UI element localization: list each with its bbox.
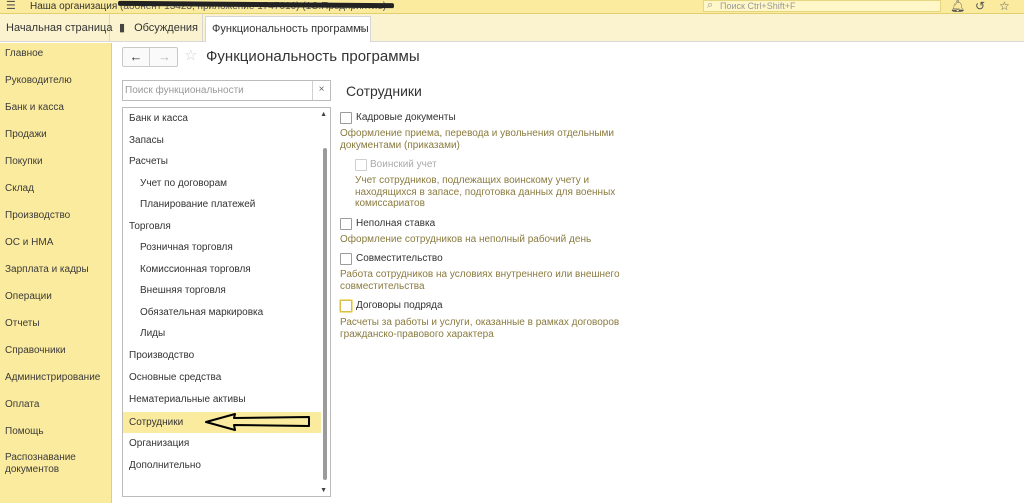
chat-icon: ▮ bbox=[119, 22, 126, 34]
option-desc-hr-documents: Оформление приема, перевода и увольнения… bbox=[340, 128, 614, 151]
sidebar-item-payroll[interactable]: Зарплата и кадры bbox=[5, 264, 89, 276]
sidebar-item-payment[interactable]: Оплата bbox=[5, 399, 39, 411]
tree-item[interactable]: Дополнительно bbox=[123, 455, 321, 476]
checkbox-combination[interactable] bbox=[340, 253, 352, 265]
checkbox-part-time[interactable] bbox=[340, 218, 352, 230]
sidebar-item-recognition[interactable]: Распознавание bbox=[5, 452, 76, 464]
sidebar-item-manager[interactable]: Руководителю bbox=[5, 75, 72, 87]
sidebar-item-reports[interactable]: Отчеты bbox=[5, 318, 40, 330]
sidebar-item-bank[interactable]: Банк и касса bbox=[5, 102, 64, 114]
hamburger-icon[interactable]: ☰ bbox=[6, 0, 18, 14]
tree-item[interactable]: Организация bbox=[123, 433, 321, 454]
scrollbar-thumb[interactable] bbox=[323, 148, 327, 480]
sidebar: Главное Руководителю Банк и касса Продаж… bbox=[0, 43, 112, 503]
checkbox-military-registration[interactable] bbox=[355, 159, 367, 171]
history-icon[interactable]: ↺ bbox=[975, 0, 985, 13]
option-desc-part-time: Оформление сотрудников на неполный рабоч… bbox=[340, 234, 592, 245]
search-icon: ⌕ bbox=[707, 0, 714, 11]
sidebar-item-sales[interactable]: Продажи bbox=[5, 129, 47, 141]
tree-item[interactable]: Комиссионная торговля bbox=[123, 259, 321, 280]
tree-item[interactable]: Планирование платежей bbox=[123, 194, 321, 215]
global-search-input[interactable]: ⌕ Поиск Ctrl+Shift+F bbox=[703, 0, 941, 12]
org-name: Наша организация bbox=[30, 1, 118, 12]
forward-button[interactable]: → bbox=[151, 48, 178, 66]
checkbox-contracts[interactable] bbox=[340, 300, 352, 312]
option-label-hr-documents[interactable]: Кадровые документы bbox=[356, 111, 456, 124]
tree-item[interactable]: Нематериальные активы bbox=[123, 389, 321, 410]
annotation-arrow-icon bbox=[205, 413, 310, 431]
star-icon[interactable]: ☆ bbox=[999, 0, 1010, 13]
tree-item[interactable]: Учет по договорам bbox=[123, 173, 321, 194]
top-bar: ☰ Наша организация (абонент 13423, прило… bbox=[0, 0, 1024, 14]
nav-buttons: ← → bbox=[122, 47, 178, 67]
back-button[interactable]: ← bbox=[123, 48, 150, 66]
sidebar-item-warehouse[interactable]: Склад bbox=[5, 183, 34, 195]
option-label-combination[interactable]: Совместительство bbox=[356, 252, 443, 265]
option-label-contracts[interactable]: Договоры подряда bbox=[356, 299, 443, 312]
option-desc-combination: Работа сотрудников на условиях внутренне… bbox=[340, 269, 620, 292]
tree-item[interactable]: Розничная торговля bbox=[123, 237, 321, 258]
tree-item[interactable]: Торговля bbox=[123, 216, 321, 237]
tab-functionality[interactable]: Функциональность программы × bbox=[205, 16, 371, 42]
sidebar-item-admin[interactable]: Администрирование bbox=[5, 372, 100, 384]
global-search-placeholder: Поиск Ctrl+Shift+F bbox=[720, 1, 796, 11]
option-label-part-time[interactable]: Неполная ставка bbox=[356, 217, 435, 230]
tree-item[interactable]: Обязательная маркировка bbox=[123, 302, 321, 323]
scroll-up-icon[interactable]: ▲ bbox=[320, 111, 327, 118]
sidebar-item-assets[interactable]: ОС и НМА bbox=[5, 237, 53, 249]
search-clear-button[interactable]: × bbox=[312, 81, 330, 100]
functionality-tree: Банк и касса Запасы Расчеты Учет по дого… bbox=[122, 107, 331, 497]
sidebar-item-purchases[interactable]: Покупки bbox=[5, 156, 43, 168]
tree-item[interactable]: Запасы bbox=[123, 130, 321, 151]
sidebar-item-recognition-line2[interactable]: документов bbox=[5, 464, 59, 476]
tree-item[interactable]: Внешняя торговля bbox=[123, 280, 321, 301]
option-label-military-registration[interactable]: Воинский учет bbox=[370, 158, 437, 171]
tab-discussions-label: Обсуждения bbox=[134, 22, 198, 34]
functionality-search: × bbox=[122, 80, 331, 101]
functionality-search-input[interactable] bbox=[125, 83, 311, 98]
page-title: Функциональность программы bbox=[206, 48, 420, 65]
option-desc-contracts: Расчеты за работы и услуги, оказанные в … bbox=[340, 317, 620, 340]
sidebar-item-operations[interactable]: Операции bbox=[5, 291, 52, 303]
tab-bar: Начальная страница ▮ Обсуждения Функцион… bbox=[0, 14, 1024, 42]
tab-home[interactable]: Начальная страница bbox=[0, 14, 113, 42]
sidebar-item-main[interactable]: Главное bbox=[5, 48, 43, 60]
checkbox-hr-documents[interactable] bbox=[340, 112, 352, 124]
tree-item[interactable]: Основные средства bbox=[123, 367, 321, 388]
sidebar-item-help[interactable]: Помощь bbox=[5, 426, 44, 438]
sidebar-item-production[interactable]: Производство bbox=[5, 210, 70, 222]
option-desc-military-registration: Учет сотрудников, подлежащих воинскому у… bbox=[355, 175, 616, 209]
bell-icon[interactable]: 🔔︎ bbox=[950, 0, 965, 13]
section-title: Сотрудники bbox=[346, 83, 422, 99]
tab-functionality-label: Функциональность программы bbox=[212, 23, 369, 35]
tree-item[interactable]: Банк и касса bbox=[123, 108, 321, 129]
scroll-down-icon[interactable]: ▼ bbox=[320, 487, 327, 494]
close-icon[interactable]: × bbox=[359, 17, 365, 41]
tree-item[interactable]: Лиды bbox=[123, 323, 321, 344]
tab-home-label: Начальная страница bbox=[6, 22, 113, 34]
tree-item[interactable]: Производство bbox=[123, 345, 321, 366]
favorite-star-icon[interactable]: ☆ bbox=[184, 48, 197, 64]
tree-item[interactable]: Расчеты bbox=[123, 151, 321, 172]
tab-discussions[interactable]: ▮ Обсуждения bbox=[113, 14, 203, 42]
sidebar-item-catalogs[interactable]: Справочники bbox=[5, 345, 66, 357]
